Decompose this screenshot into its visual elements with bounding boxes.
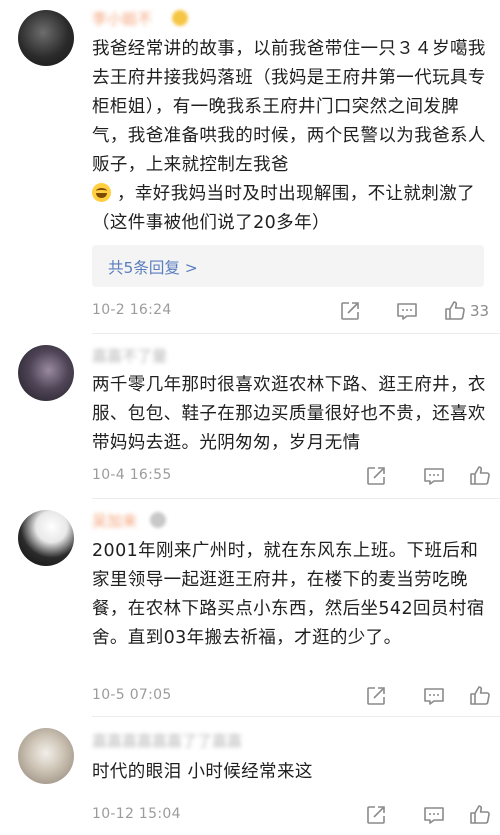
username[interactable]: 嘉嘉嘉嘉嘉嘉了了嘉嘉 [92, 730, 242, 750]
username[interactable]: 嘉嘉不了量 [92, 345, 167, 365]
share-icon[interactable] [364, 684, 388, 708]
comment-icon[interactable] [422, 464, 446, 488]
laughing-emoji-icon [92, 183, 111, 202]
comment-meta: 10-12 15:04 [92, 803, 492, 829]
vip-badge-icon [150, 512, 166, 528]
like-icon[interactable] [468, 803, 492, 827]
comment-text: 时代的眼泪 小时候经常来这 [92, 762, 313, 782]
avatar[interactable] [18, 345, 74, 401]
timestamp: 10-12 15:04 [92, 806, 181, 822]
comment-item: 吴加来 2001年刚来广州时，就在东风东上班。下班后和家里领导一起逛逛王府井，在… [0, 498, 500, 713]
share-icon[interactable] [364, 803, 388, 827]
avatar[interactable] [18, 10, 74, 66]
comment-icon[interactable] [422, 684, 446, 708]
share-icon[interactable] [338, 299, 362, 323]
timestamp: 10-2 16:24 [92, 302, 172, 318]
avatar[interactable] [18, 728, 74, 784]
comment-item: 嘉嘉嘉嘉嘉嘉了了嘉嘉 时代的眼泪 小时候经常来这 10-12 15:04 [0, 716, 500, 835]
comment-icon[interactable] [422, 803, 446, 827]
vip-badge-icon [172, 10, 188, 26]
comment-item: 嘉嘉不了量 两千零几年那时很喜欢逛农林下路、逛王府井，衣服、包包、鞋子在那边买质… [0, 335, 500, 498]
comment-icon[interactable] [395, 299, 419, 323]
timestamp: 10-5 07:05 [92, 687, 172, 703]
share-icon[interactable] [364, 464, 388, 488]
username[interactable]: 李小姐不 [92, 8, 152, 28]
comment-meta: 10-5 07:05 [92, 684, 492, 710]
comment-text-part: ，幸好我妈当时及时出现解围，不让就刺激了（这件事被他们说了20多年） [92, 184, 475, 233]
avatar[interactable] [18, 510, 74, 566]
replies-box[interactable]: 共5条回复 > [92, 245, 484, 287]
comment-text: 两千零几年那时很喜欢逛农林下路、逛王府井，衣服、包包、鞋子在那边买质量很好也不贵… [92, 375, 486, 453]
like-icon[interactable] [468, 684, 492, 708]
comment-text: 我爸经常讲的故事，以前我爸带住一只３４岁噶我去王府井接我妈落班（我妈是王府井第一… [92, 35, 492, 238]
view-replies-link[interactable]: 共5条回复 > [108, 256, 198, 278]
comment-meta: 10-2 16:24 33 [92, 299, 492, 325]
username[interactable]: 吴加来 [92, 510, 137, 530]
comment-item: 李小姐不 我爸经常讲的故事，以前我爸带住一只３４岁噶我去王府井接我妈落班（我妈是… [0, 0, 500, 335]
divider [92, 333, 500, 334]
timestamp: 10-4 16:55 [92, 467, 172, 483]
like-count: 33 [470, 302, 490, 320]
comment-text: 2001年刚来广州时，就在东风东上班。下班后和家里领导一起逛逛王府井，在楼下的麦… [92, 541, 485, 648]
like-icon[interactable] [468, 464, 492, 488]
comment-meta: 10-4 16:55 [92, 464, 492, 490]
comment-text-part: 我爸经常讲的故事，以前我爸带住一只３４岁噶我去王府井接我妈落班（我妈是王府井第一… [92, 39, 486, 175]
like-icon[interactable] [443, 299, 467, 323]
